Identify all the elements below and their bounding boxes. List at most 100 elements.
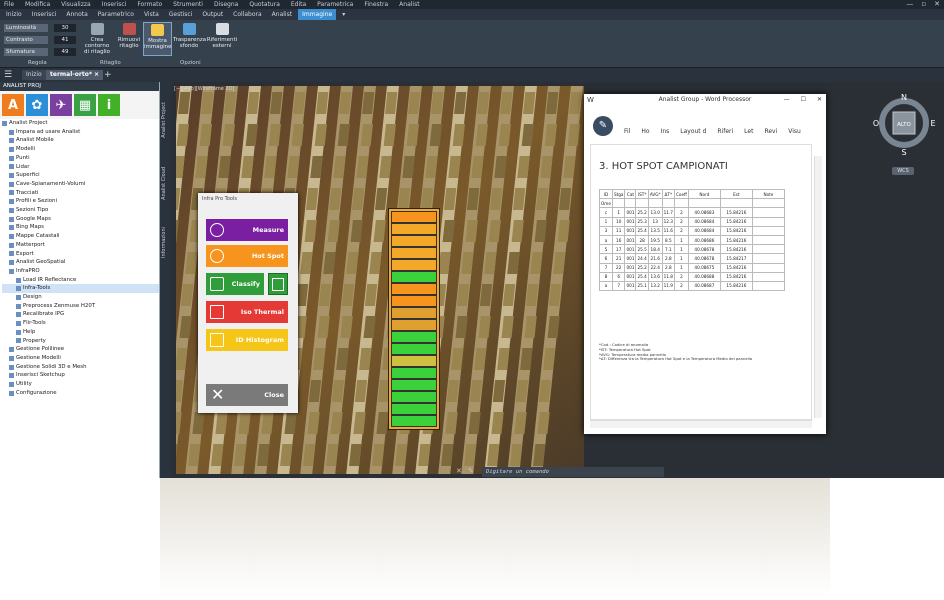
measure-button[interactable]: Measure (206, 219, 288, 241)
command-input[interactable]: Digitare un comando (482, 467, 664, 477)
classify-settings-button[interactable] (268, 273, 288, 295)
contrast-value[interactable]: 41 (54, 36, 76, 44)
menu-item[interactable]: Disegna (214, 0, 238, 9)
fade-value[interactable]: 49 (54, 48, 76, 56)
edit-document-icon[interactable]: ✎ (593, 116, 613, 136)
menu-item[interactable]: Inserisci (102, 0, 127, 9)
tree-item[interactable]: Lidar (2, 163, 159, 172)
tree-item[interactable]: Gestione Modelli (2, 354, 159, 363)
menu-icon[interactable]: ☰ (4, 68, 12, 82)
tree-item[interactable]: Help (2, 328, 159, 337)
view-cube-center[interactable]: ALTO (897, 122, 911, 128)
view-cube[interactable]: ALTO N S E O (873, 94, 939, 160)
panel-tool-icon[interactable]: ▦ (74, 94, 96, 116)
menu-item[interactable]: Formato (137, 0, 162, 9)
tree-item[interactable]: Analist Project (2, 119, 159, 128)
menu-item[interactable]: Strumenti (173, 0, 203, 9)
brightness-slider[interactable]: Luminosità 30 (4, 24, 76, 32)
iso-thermal-button[interactable]: Iso Thermal (206, 301, 288, 323)
tree-item[interactable]: Bing Maps (2, 223, 159, 232)
tree-item[interactable]: Analist GeoSpatial (2, 258, 159, 267)
fade-slider[interactable]: Sfumatura 49 (4, 48, 76, 56)
word-menu-tab[interactable]: Ins (661, 128, 670, 135)
hot-spot-button[interactable]: Hot Spot (206, 245, 288, 267)
tree-item[interactable]: Mappe Catastali (2, 232, 159, 241)
ribbon-tab[interactable]: Collabora (229, 9, 266, 20)
close-button[interactable]: ✕ Close (206, 384, 288, 406)
word-menu-tab[interactable]: Revi (764, 128, 777, 135)
menu-item[interactable]: File (4, 0, 14, 9)
tab-home[interactable]: Inizio (22, 70, 46, 80)
tree-item[interactable]: Infra-Tools (2, 284, 159, 294)
tree-item[interactable]: Inserisci Sketchup (2, 371, 159, 380)
compass-west[interactable]: O (873, 119, 879, 128)
tree-item[interactable]: Superfici (2, 171, 159, 180)
background-transparency-button[interactable]: Trasparenza sfondo (173, 22, 206, 56)
tree-item[interactable]: Tracciati (2, 189, 159, 198)
menu-item[interactable]: Parametrica (317, 0, 353, 9)
id-histogram-button[interactable]: ID Histogram (206, 329, 288, 351)
viewport-label[interactable]: [−][Alto][Wireframe 2D] (174, 86, 234, 92)
settings-icon[interactable]: ✎ (468, 467, 474, 475)
close-icon[interactable]: ✕ (934, 0, 940, 9)
ribbon-tab[interactable]: Gestisci (165, 9, 197, 20)
tree-item[interactable]: Modelli (2, 145, 159, 154)
vtab-analist-cloud[interactable]: Analist Cloud (161, 167, 171, 200)
close-icon[interactable]: ✕ (456, 467, 462, 475)
minimize-icon[interactable]: — (784, 96, 790, 103)
document-page[interactable]: 3. HOT SPOT CAMPIONATI ID Stga Cat IST* AVG*… (590, 144, 812, 420)
classify-button[interactable]: Classify (206, 273, 264, 295)
ribbon-tab[interactable]: ▾ (338, 9, 349, 20)
tree-item[interactable]: Gestione Polilinee (2, 345, 159, 354)
tree-item[interactable]: Load IR Reflectance (2, 276, 159, 285)
tree-item[interactable]: Cave-Spianamenti-Volumi (2, 180, 159, 189)
ribbon-tab[interactable]: Analist (268, 9, 296, 20)
ribbon-tab[interactable]: Output (198, 9, 227, 20)
ribbon-tab[interactable]: Parametrico (94, 9, 138, 20)
tree-item[interactable]: Property (2, 337, 159, 346)
maximize-icon[interactable]: ☐ (801, 96, 806, 103)
wcs-button[interactable]: WCS (892, 167, 914, 175)
brightness-value[interactable]: 30 (54, 24, 76, 32)
restore-icon[interactable]: ▫ (921, 0, 926, 9)
tree-item[interactable]: Punti (2, 154, 159, 163)
ribbon-tab[interactable]: Immagine (298, 9, 337, 20)
ribbon-tab[interactable]: Inserisci (28, 9, 61, 20)
panel-tool-icon[interactable]: ✿ (26, 94, 48, 116)
tree-item[interactable]: Sezioni Tipo (2, 206, 159, 215)
tree-item[interactable]: Profili e Sezioni (2, 197, 159, 206)
tree-item[interactable]: Recalibrate IPG (2, 310, 159, 319)
external-references-button[interactable]: Riferimenti esterni (206, 22, 238, 56)
panel-tool-icon[interactable]: i (98, 94, 120, 116)
menu-item[interactable]: Visualizza (61, 0, 91, 9)
vtab-information[interactable]: Informazioni (161, 227, 171, 258)
compass-north[interactable]: N (901, 94, 907, 102)
compass-south[interactable]: S (901, 148, 906, 157)
minimize-icon[interactable]: — (906, 0, 913, 9)
tree-item[interactable]: Matterport (2, 241, 159, 250)
close-icon[interactable]: × (94, 71, 99, 78)
close-icon[interactable]: ✕ (817, 96, 822, 103)
ribbon-tab[interactable]: Inizio (2, 9, 26, 20)
selected-panel-strip[interactable] (388, 208, 440, 430)
remove-clip-button[interactable]: Rimuovi ritaglio (116, 22, 142, 56)
tree-item[interactable]: Google Maps (2, 215, 159, 224)
tree-item[interactable]: Impara ad usare Analist (2, 128, 159, 137)
add-tab-icon[interactable]: + (104, 68, 112, 82)
menu-item[interactable]: Quotatura (249, 0, 280, 9)
word-menu-tab[interactable]: Riferi (717, 128, 733, 135)
tree-item[interactable]: Flir-Tools (2, 319, 159, 328)
tree-item[interactable]: Utility (2, 380, 159, 389)
tree-item[interactable]: InfraPRO (2, 267, 159, 276)
show-image-button[interactable]: Mostra immagine (143, 22, 172, 56)
ribbon-tab[interactable]: Vista (140, 9, 163, 20)
vtab-analist-project[interactable]: Analist Project (161, 102, 171, 138)
word-menu-tab[interactable]: Layout d (680, 128, 706, 135)
menu-item[interactable]: Finestra (364, 0, 388, 9)
compass-east[interactable]: E (930, 119, 935, 128)
horizontal-scrollbar[interactable] (590, 420, 812, 428)
panel-tool-icon[interactable]: ✈ (50, 94, 72, 116)
tab-termal-orto[interactable]: termal-orto* × (46, 70, 104, 80)
menu-item[interactable]: Analist (399, 0, 419, 9)
contrast-slider[interactable]: Contrasto 41 (4, 36, 76, 44)
